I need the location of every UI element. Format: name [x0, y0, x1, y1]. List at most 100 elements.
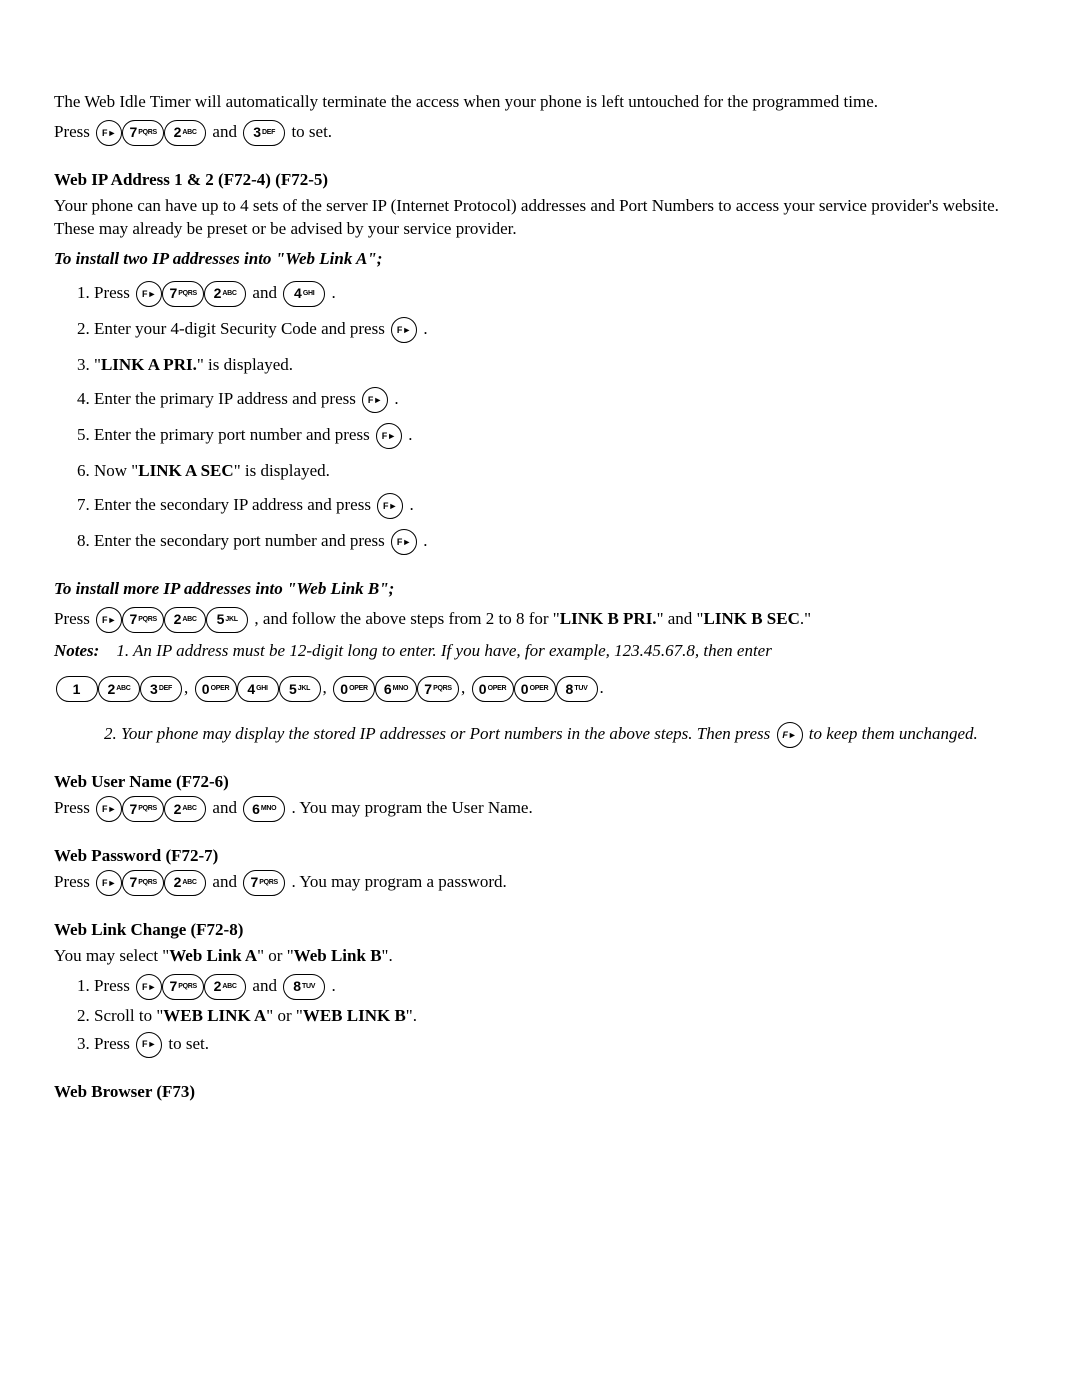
notes-label: Notes: — [54, 641, 99, 660]
ip-body: Your phone can have up to 4 sets of the … — [54, 194, 1026, 242]
text: LINK A PRI. — [101, 355, 197, 374]
text: Press — [94, 976, 134, 995]
key-0-icon: 0OPER — [195, 676, 237, 702]
fn-key-icon: F► — [377, 493, 403, 519]
lc-step-2: Scroll to "WEB LINK A" or "WEB LINK B". — [94, 1004, 1026, 1028]
step-1: Press F► 7PQRS 2ABC and 4GHI . — [94, 281, 1026, 307]
key-7-icon: 7PQRS — [122, 607, 164, 633]
text: " or " — [266, 1006, 303, 1025]
key-2-icon: 2ABC — [164, 120, 206, 146]
key-2-icon: 2ABC — [204, 281, 246, 307]
key-seq: F► 7PQRS 2ABC — [136, 281, 246, 307]
step-6: Now "LINK A SEC" is displayed. — [94, 459, 1026, 483]
key-6-icon: 6MNO — [243, 796, 285, 822]
press-label: Press — [54, 122, 94, 141]
fn-key-icon: F► — [96, 120, 122, 146]
text: WEB LINK B — [303, 1006, 406, 1025]
key-7-icon: 7PQRS — [122, 120, 164, 146]
steps-list-a: Press F► 7PQRS 2ABC and 4GHI . Enter you… — [54, 281, 1026, 555]
key-7-icon: 7PQRS — [122, 870, 164, 896]
key-5-icon: 5JKL — [206, 607, 248, 633]
step-7: Enter the secondary IP address and press… — [94, 493, 1026, 519]
key-2-icon: 2ABC — [98, 676, 140, 702]
key-1-icon: 1 — [56, 676, 98, 702]
text: and — [212, 798, 241, 817]
heading-web-ip: Web IP Address 1 & 2 (F72-4) (F72-5) — [54, 168, 1026, 192]
text: Press — [54, 609, 94, 628]
text: Enter the primary port number and press — [94, 425, 374, 444]
key-seq: 3DEF — [243, 120, 285, 146]
fn-key-icon: F► — [777, 722, 803, 748]
user-name-line: Press F► 7PQRS 2ABC and 6MNO . You may p… — [54, 796, 1026, 822]
text: ." — [800, 609, 811, 628]
text: . You may program the User Name. — [291, 798, 532, 817]
text: ". — [382, 946, 393, 965]
heading-link-change: Web Link Change (F72-8) — [54, 918, 1026, 942]
ip-example-keys: 1 2ABC 3DEF , 0OPER 4GHI 5JKL , 0OPER 6M… — [54, 669, 1026, 706]
text: LINK A SEC — [138, 461, 233, 480]
key-3-icon: 3DEF — [140, 676, 182, 702]
text: " is displayed. — [234, 461, 330, 480]
key-group: 1 2ABC 3DEF — [56, 676, 182, 702]
key-seq: F► 7PQRS 2ABC — [96, 870, 206, 896]
text: , and follow the above steps from 2 to 8… — [254, 609, 559, 628]
key-seq: F► — [391, 317, 417, 343]
text: and — [212, 872, 241, 891]
step-8: Enter the secondary port number and pres… — [94, 529, 1026, 555]
text: . — [331, 976, 335, 995]
text: , — [184, 678, 193, 697]
key-group: 0OPER 4GHI 5JKL — [195, 676, 321, 702]
text: , — [461, 678, 470, 697]
fn-key-icon: F► — [391, 529, 417, 555]
key-4-icon: 4GHI — [283, 281, 325, 307]
text: . — [423, 319, 427, 338]
key-8-icon: 8TUV — [556, 676, 598, 702]
intro-text: The Web Idle Timer will automatically te… — [54, 90, 1026, 114]
heading-browser: Web Browser (F73) — [54, 1080, 1026, 1104]
key-3-icon: 3DEF — [243, 120, 285, 146]
text: LINK B PRI. — [560, 609, 657, 628]
key-seq: 8TUV — [283, 974, 325, 1000]
text: Press — [94, 1034, 134, 1053]
key-2-icon: 2ABC — [164, 796, 206, 822]
press-line-1: Press F► 7PQRS 2ABC and 3DEF to set. — [54, 120, 1026, 146]
key-seq: 6MNO — [243, 796, 285, 822]
text: Enter your 4-digit Security Code and pre… — [94, 319, 389, 338]
key-seq: 4GHI — [283, 281, 325, 307]
text: . — [600, 678, 604, 697]
text: " is displayed. — [197, 355, 293, 374]
text: . — [408, 425, 412, 444]
key-seq: F► 7PQRS 2ABC 5JKL — [96, 607, 248, 633]
fn-key-icon: F► — [96, 870, 122, 896]
key-seq: F► — [376, 423, 402, 449]
key-group: 0OPER 6MNO 7PQRS — [333, 676, 459, 702]
install-b-heading: To install more IP addresses into "Web L… — [54, 577, 1026, 601]
lc-step-3: Press F► to set. — [94, 1032, 1026, 1058]
lc-step-1: Press F► 7PQRS 2ABC and 8TUV . — [94, 974, 1026, 1000]
link-b-instruction: Press F► 7PQRS 2ABC 5JKL , and follow th… — [54, 607, 1026, 633]
text: Now " — [94, 461, 138, 480]
key-7-icon: 7PQRS — [122, 796, 164, 822]
text: Web Link B — [294, 946, 382, 965]
note-2: 2. Your phone may display the stored IP … — [54, 722, 1026, 748]
key-7-icon: 7PQRS — [417, 676, 459, 702]
text: Press — [54, 872, 94, 891]
step-5: Enter the primary port number and press … — [94, 423, 1026, 449]
step-4: Enter the primary IP address and press F… — [94, 387, 1026, 413]
fn-key-icon: F► — [136, 1032, 162, 1058]
and-label: and — [212, 122, 241, 141]
key-seq: F► 7PQRS 2ABC — [136, 974, 246, 1000]
key-seq: F► — [777, 722, 803, 748]
key-2-icon: 2ABC — [164, 870, 206, 896]
fn-key-icon: F► — [362, 387, 388, 413]
text: . — [394, 389, 398, 408]
notes-line: Notes: 1. An IP address must be 12-digit… — [54, 639, 1026, 663]
text: and — [252, 976, 281, 995]
key-2-icon: 2ABC — [204, 974, 246, 1000]
key-7-icon: 7PQRS — [162, 974, 204, 1000]
to-set-label: to set. — [291, 122, 332, 141]
text: . — [423, 531, 427, 550]
text: and — [252, 283, 281, 302]
key-0-icon: 0OPER — [472, 676, 514, 702]
text: " — [94, 355, 101, 374]
